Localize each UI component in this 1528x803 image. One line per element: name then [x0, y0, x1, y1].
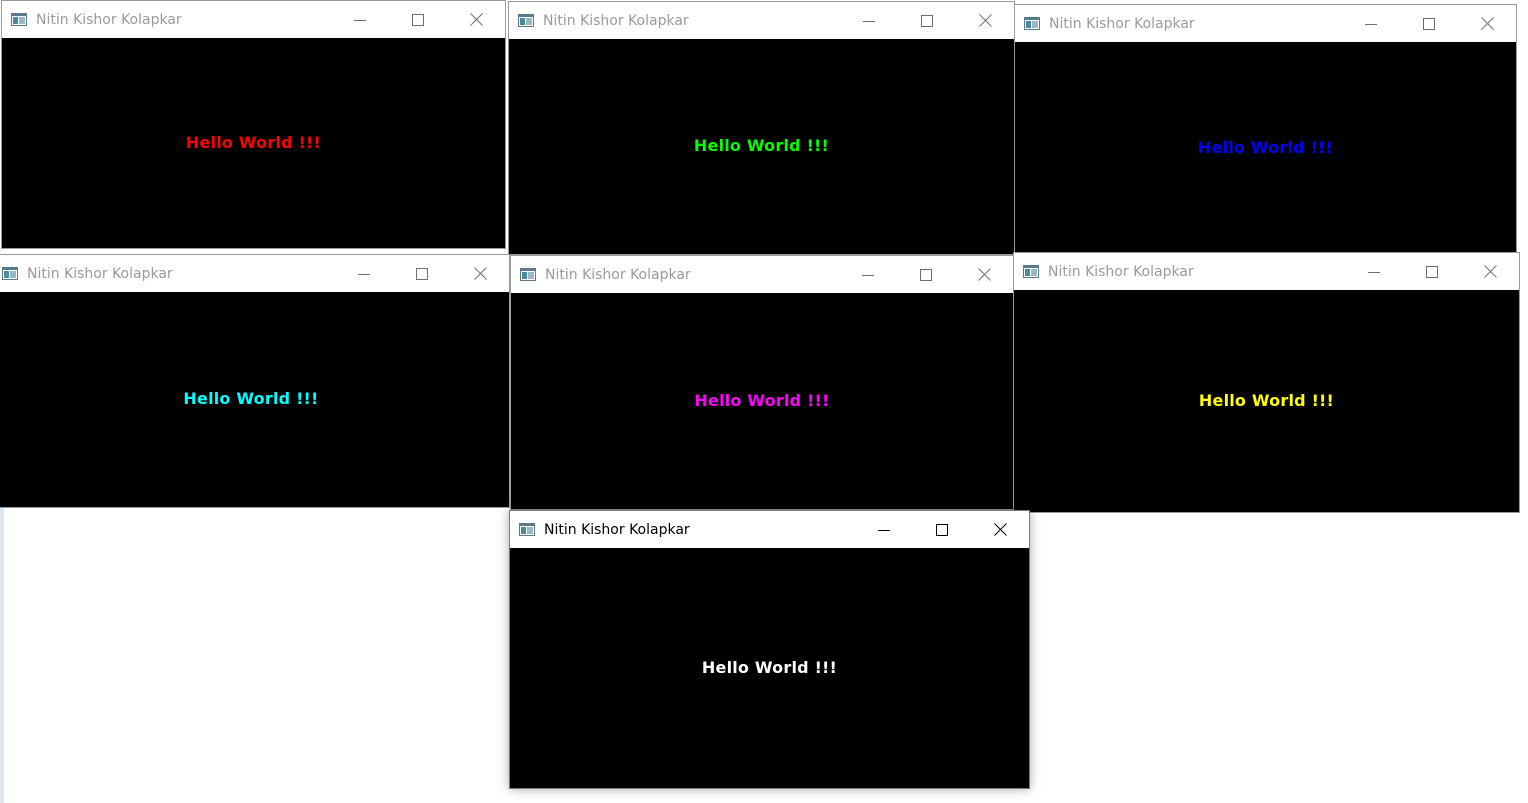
maximize-icon: [1423, 17, 1435, 30]
title-bar[interactable]: Nitin Kishor Kolapkar: [510, 511, 1029, 548]
app-window-green[interactable]: Nitin Kishor Kolapkar Hello World !!!: [508, 1, 1015, 255]
maximize-icon: [412, 13, 424, 26]
close-button[interactable]: [1461, 253, 1519, 290]
window-title: Nitin Kishor Kolapkar: [545, 266, 691, 283]
client-area: Hello World !!!: [1014, 290, 1519, 512]
window-title: Nitin Kishor Kolapkar: [543, 12, 689, 29]
client-area: Hello World !!!: [0, 292, 509, 507]
minimize-icon: [354, 14, 366, 26]
maximize-icon: [920, 268, 932, 281]
close-icon: [473, 267, 487, 280]
client-area: Hello World !!!: [510, 548, 1029, 788]
caption-buttons: [331, 1, 505, 38]
app-window-blue[interactable]: Nitin Kishor Kolapkar Hello World !!!: [1014, 4, 1517, 253]
maximize-icon: [921, 14, 933, 27]
minimize-icon: [1368, 266, 1380, 278]
minimize-button[interactable]: [1342, 5, 1400, 42]
app-window-icon[interactable]: [11, 13, 27, 26]
minimize-icon: [1365, 18, 1377, 30]
client-area: Hello World !!!: [2, 38, 505, 248]
maximize-icon: [1426, 265, 1438, 278]
hello-message: Hello World !!!: [701, 658, 838, 677]
minimize-icon: [358, 268, 370, 280]
app-window-icon[interactable]: [518, 14, 534, 27]
window-title: Nitin Kishor Kolapkar: [544, 521, 690, 538]
close-icon: [1480, 17, 1494, 30]
close-icon: [1483, 265, 1497, 278]
caption-buttons: [839, 256, 1013, 293]
close-button[interactable]: [447, 1, 505, 38]
app-window-red[interactable]: Nitin Kishor Kolapkar Hello World !!!: [1, 0, 506, 249]
maximize-button[interactable]: [1403, 253, 1461, 290]
app-window-icon[interactable]: [2, 267, 18, 280]
caption-buttons: [335, 255, 509, 292]
minimize-icon: [878, 524, 890, 536]
minimize-button[interactable]: [1345, 253, 1403, 290]
title-bar[interactable]: Nitin Kishor Kolapkar: [1014, 253, 1519, 290]
hello-message: Hello World !!!: [1197, 138, 1334, 157]
close-button[interactable]: [971, 511, 1029, 548]
caption-buttons: [1342, 5, 1516, 42]
hello-message: Hello World !!!: [694, 391, 830, 410]
close-button[interactable]: [451, 255, 509, 292]
app-window-white[interactable]: Nitin Kishor Kolapkar Hello World !!!: [509, 510, 1030, 789]
caption-buttons: [855, 511, 1029, 548]
close-icon: [469, 13, 483, 26]
maximize-icon: [936, 523, 948, 536]
title-bar[interactable]: Nitin Kishor Kolapkar: [2, 1, 505, 38]
close-icon: [978, 14, 992, 27]
hello-message: Hello World !!!: [185, 133, 322, 152]
minimize-button[interactable]: [335, 255, 393, 292]
minimize-icon: [863, 15, 875, 27]
window-title: Nitin Kishor Kolapkar: [1049, 15, 1195, 32]
maximize-button[interactable]: [898, 2, 956, 39]
window-title: Nitin Kishor Kolapkar: [1048, 263, 1194, 280]
client-area: Hello World !!!: [1015, 42, 1516, 252]
maximize-button[interactable]: [913, 511, 971, 548]
hello-message: Hello World !!!: [1198, 391, 1335, 410]
close-icon: [993, 523, 1007, 536]
maximize-icon: [416, 267, 428, 280]
minimize-button[interactable]: [331, 1, 389, 38]
app-window-yellow[interactable]: Nitin Kishor Kolapkar Hello World !!!: [1013, 252, 1520, 513]
window-title: Nitin Kishor Kolapkar: [27, 265, 173, 282]
desktop: Nitin Kishor Kolapkar Hello World !!! Ni…: [0, 0, 1528, 803]
app-window-icon[interactable]: [1024, 17, 1040, 30]
close-icon: [977, 268, 991, 281]
maximize-button[interactable]: [1400, 5, 1458, 42]
window-title: Nitin Kishor Kolapkar: [36, 11, 182, 28]
hello-message: Hello World !!!: [183, 389, 319, 408]
close-button[interactable]: [1458, 5, 1516, 42]
caption-buttons: [840, 2, 1014, 39]
title-bar[interactable]: Nitin Kishor Kolapkar: [509, 2, 1014, 39]
client-area: Hello World !!!: [511, 293, 1013, 509]
app-window-cyan[interactable]: Nitin Kishor Kolapkar Hello World !!!: [0, 254, 510, 508]
app-window-icon[interactable]: [519, 523, 535, 536]
close-button[interactable]: [955, 256, 1013, 293]
minimize-icon: [862, 269, 874, 281]
minimize-button[interactable]: [839, 256, 897, 293]
title-bar[interactable]: Nitin Kishor Kolapkar: [0, 255, 509, 292]
maximize-button[interactable]: [389, 1, 447, 38]
app-window-icon[interactable]: [520, 268, 536, 281]
title-bar[interactable]: Nitin Kishor Kolapkar: [1015, 5, 1516, 42]
caption-buttons: [1345, 253, 1519, 290]
title-bar[interactable]: Nitin Kishor Kolapkar: [511, 256, 1013, 293]
close-button[interactable]: [956, 2, 1014, 39]
background-window-edge: [0, 508, 4, 803]
minimize-button[interactable]: [840, 2, 898, 39]
minimize-button[interactable]: [855, 511, 913, 548]
client-area: Hello World !!!: [509, 39, 1014, 254]
maximize-button[interactable]: [897, 256, 955, 293]
app-window-icon[interactable]: [1023, 265, 1039, 278]
maximize-button[interactable]: [393, 255, 451, 292]
hello-message: Hello World !!!: [693, 136, 830, 155]
app-window-magenta[interactable]: Nitin Kishor Kolapkar Hello World !!!: [510, 255, 1014, 510]
